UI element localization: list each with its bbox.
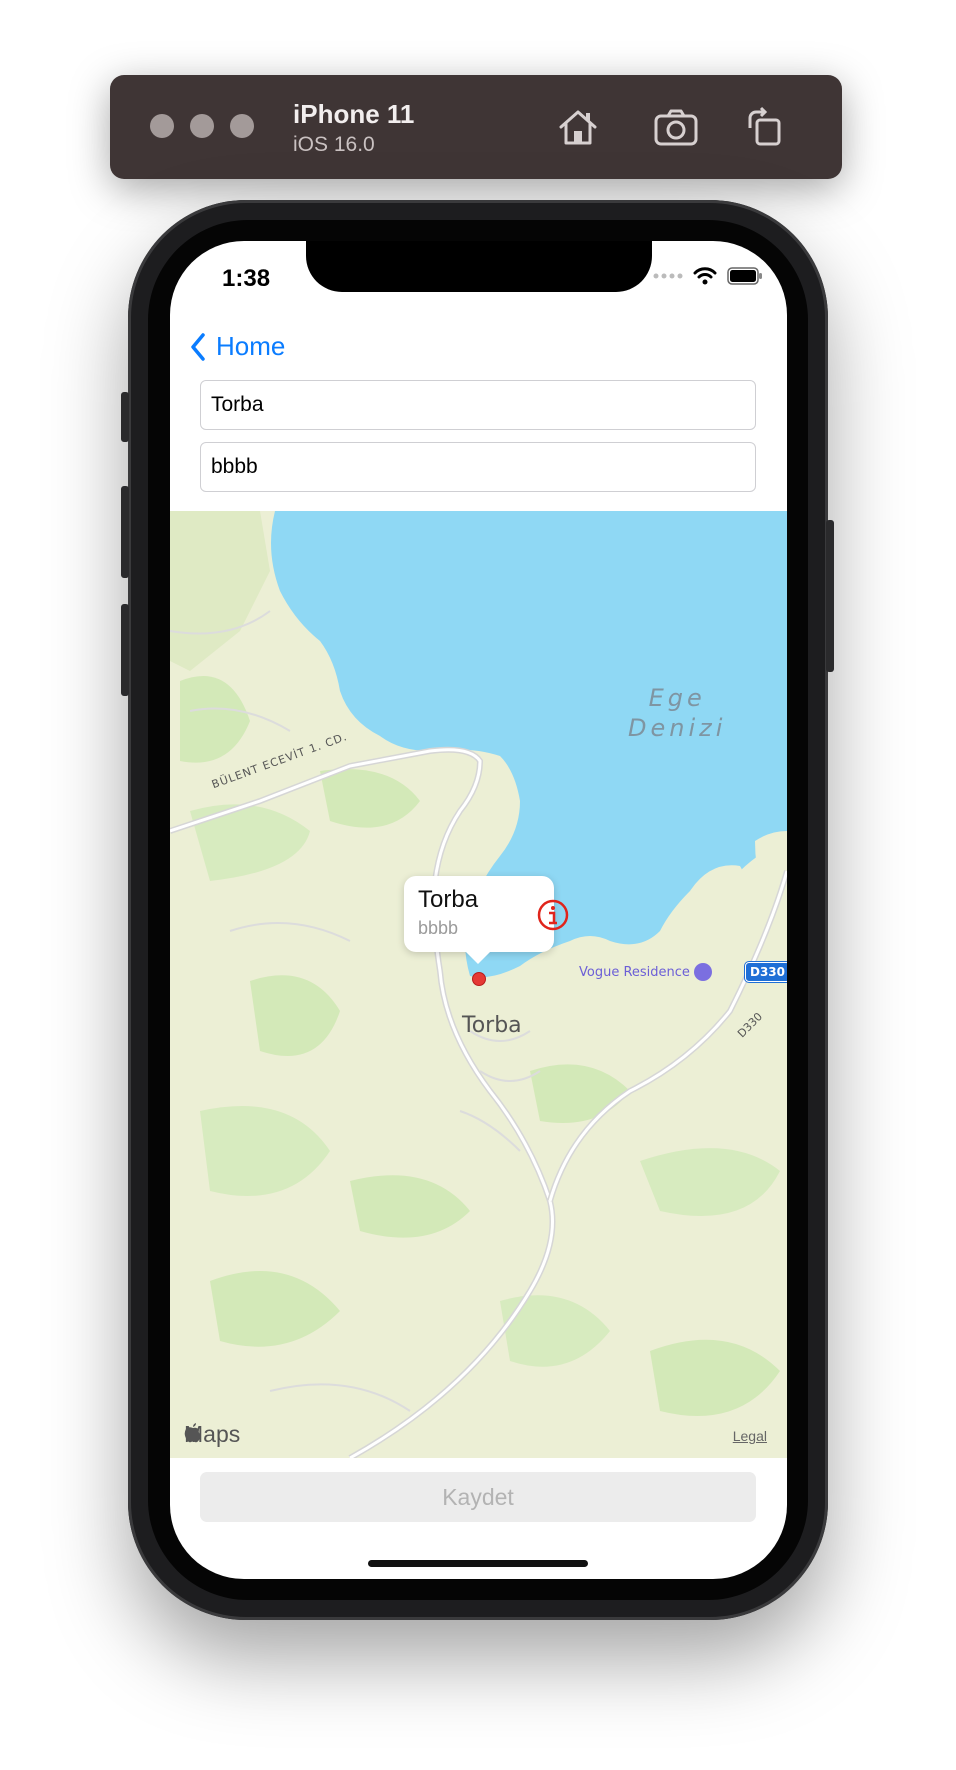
highway-shield: D330: [745, 962, 787, 982]
status-icons: [653, 267, 763, 285]
sea-label-line2: Denizi: [628, 714, 727, 742]
cellular-signal-icon: [653, 273, 683, 279]
simulator-toolbar: iPhone 11 iOS 16.0: [110, 75, 842, 179]
window-minimize-dot[interactable]: [190, 114, 214, 138]
notch: [306, 241, 652, 292]
chevron-left-icon: [191, 332, 205, 361]
legal-link[interactable]: Legal: [733, 1428, 767, 1444]
poi-label: Vogue Residence: [579, 964, 690, 980]
map-pin[interactable]: [472, 972, 486, 986]
power-button: [826, 520, 834, 672]
annotation-subtitle: bbbb: [418, 918, 459, 938]
os-version: iOS 16.0: [293, 133, 375, 156]
annotation-callout[interactable]: Torba bbbb: [404, 876, 569, 964]
annotation-title: Torba: [418, 886, 479, 913]
mute-switch: [121, 392, 129, 442]
battery-icon: [727, 267, 762, 285]
town-label: Torba: [462, 1013, 522, 1038]
rotate-icon[interactable]: [738, 101, 790, 153]
volume-down-button: [121, 604, 129, 696]
device-screen: 1:38 Home Torba bbbb Ege Denizi BÜLENT E…: [170, 241, 787, 1579]
wifi-icon: [693, 267, 717, 285]
map-view[interactable]: Ege Denizi BÜLENT ECEVİT 1. CD. Torba Vo…: [170, 511, 787, 1458]
window-close-dot[interactable]: [150, 114, 174, 138]
back-button-label: Home: [216, 331, 286, 361]
save-button[interactable]: Kaydet: [200, 1472, 756, 1522]
home-indicator[interactable]: [368, 1560, 588, 1567]
title-input[interactable]: Torba: [200, 380, 756, 430]
device-name: iPhone 11: [293, 99, 415, 129]
apple-logo-icon: [184, 1423, 201, 1443]
back-button[interactable]: Home: [190, 331, 285, 362]
subtitle-input[interactable]: bbbb: [200, 442, 756, 492]
sea-label-line1: Ege: [648, 684, 706, 712]
window-zoom-dot[interactable]: [230, 114, 254, 138]
apple-maps-logo: Maps: [184, 1421, 240, 1448]
sea-label: Ege Denizi: [628, 683, 726, 743]
screenshot-icon[interactable]: [650, 101, 702, 153]
hotel-icon: [693, 963, 712, 981]
poi-vogue-residence[interactable]: Vogue Residence: [579, 963, 712, 981]
status-time: 1:38: [222, 265, 271, 292]
volume-up-button: [121, 486, 129, 578]
home-icon[interactable]: [552, 101, 604, 153]
